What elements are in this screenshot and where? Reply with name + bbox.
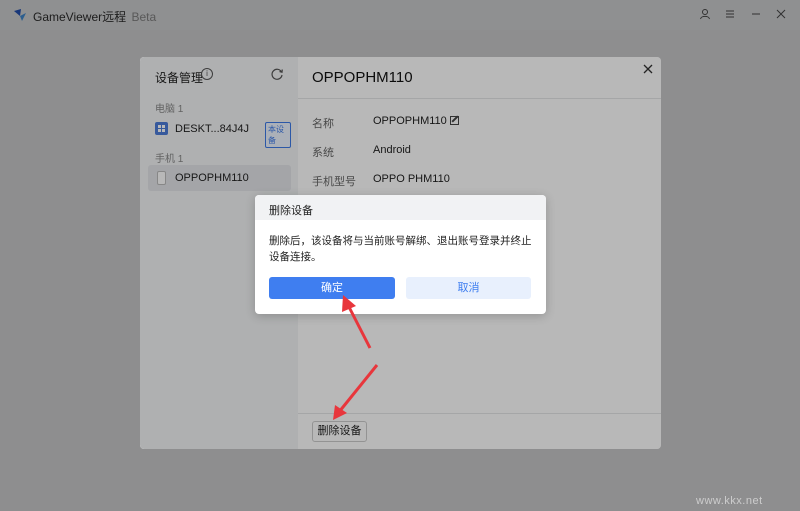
dialog-header: 删除设备 (255, 195, 546, 220)
dialog-message: 删除后，该设备将与当前账号解绑、退出账号登录并终止设备连接。 (269, 235, 532, 263)
dialog-title: 删除设备 (269, 205, 313, 217)
confirm-button[interactable]: 确定 (269, 277, 395, 299)
delete-confirm-dialog: 删除设备 删除后，该设备将与当前账号解绑、退出账号登录并终止设备连接。 确定 取… (255, 195, 546, 314)
watermark: www.kkx.net (696, 495, 763, 507)
cancel-button[interactable]: 取消 (406, 277, 531, 299)
